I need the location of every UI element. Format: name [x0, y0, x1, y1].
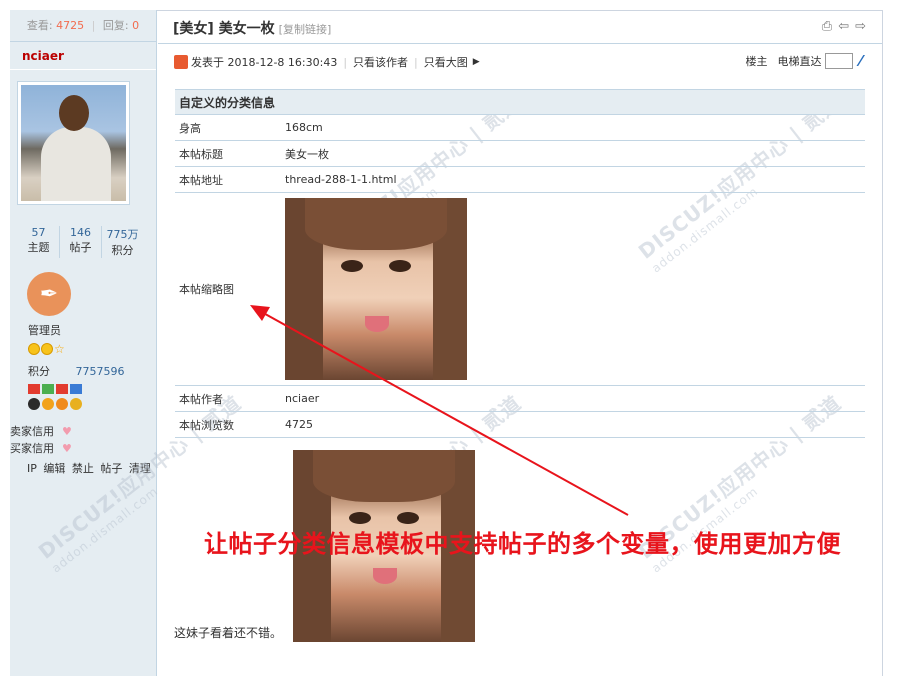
count-points[interactable]: 775万 积分 — [102, 226, 143, 258]
views-count: 4725 — [56, 19, 85, 32]
points-value: 7757596 — [75, 365, 125, 378]
ip-link[interactable]: IP — [27, 462, 37, 475]
replies-label: 回复: — [102, 19, 129, 32]
medals-icon[interactable] — [28, 384, 82, 412]
count-threads[interactable]: 57 主题 — [18, 226, 60, 258]
avatar[interactable] — [17, 81, 130, 205]
buyer-credit: 买家信用 ♥ — [10, 442, 72, 455]
heart-icon: ♥ — [62, 425, 72, 438]
post-main: [美女] 美女一枚 [复制链接] ⎙ ⇦ ⇨ 发表于 2018-12-8 16:3… — [34, 10, 882, 676]
count-posts[interactable]: 146 帖子 — [60, 226, 102, 258]
annotation-arrow — [250, 305, 629, 516]
thread-stats: 查看: 4725 | 回复: 0 — [10, 10, 156, 42]
level-stars-icon: ☆ — [28, 343, 65, 355]
views-label: 查看: — [26, 19, 53, 32]
replies-count: 0 — [132, 19, 140, 32]
author-name[interactable]: nciaer — [10, 42, 156, 70]
post-body-text: 这妹子看着还不错。 — [174, 626, 283, 640]
edit-link[interactable]: 编辑 — [43, 462, 65, 475]
annotation-text: 让帖子分类信息模板中支持帖子的多个变量，使用更加方便 — [204, 530, 841, 558]
seller-credit: 卖家信用 ♥ — [10, 425, 72, 438]
points-row: 积分 7757596 — [28, 365, 125, 378]
author-counts: 57 主题 146 帖子 775万 积分 — [18, 226, 143, 258]
user-group[interactable]: 管理员 — [28, 322, 61, 338]
ban-link[interactable]: 禁止 — [72, 462, 94, 475]
admin-key-icon: ✒ — [27, 272, 71, 316]
heart-icon: ♥ — [62, 442, 72, 455]
